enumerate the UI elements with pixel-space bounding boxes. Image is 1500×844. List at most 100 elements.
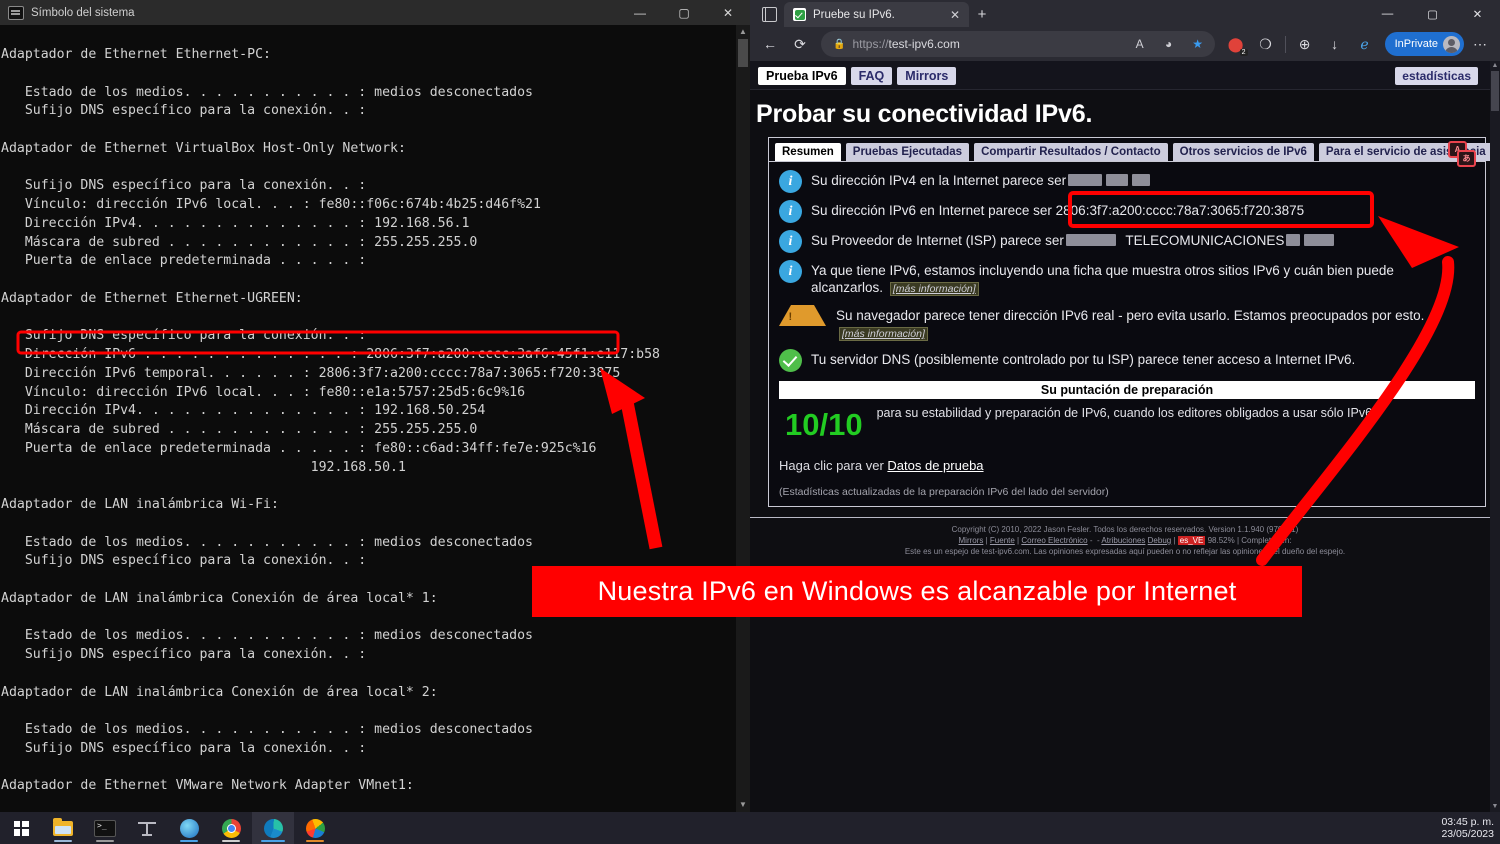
result-isp-label: Su Proveedor de Internet (ISP) parece se… bbox=[811, 233, 1064, 248]
server-stats-note: (Estadísticas actualizadas de la prepara… bbox=[779, 486, 1109, 498]
edge-browser-window[interactable]: Pruebe su IPv6. ✕ + — ▢ ✕ ← ⟳ 🔒 https://… bbox=[750, 0, 1500, 812]
footer-locale-badge[interactable]: es_VE bbox=[1177, 536, 1206, 545]
tab-actions-icon[interactable] bbox=[754, 1, 784, 27]
site-nav-mirrors[interactable]: Mirrors bbox=[897, 67, 957, 85]
score-bar-label: Su puntación de preparación bbox=[779, 381, 1475, 399]
site-navigation[interactable]: Prueba IPv6 FAQ Mirrors estadísticas bbox=[750, 61, 1500, 90]
results-card-tabs[interactable]: Resumen Pruebas Ejecutadas Compartir Res… bbox=[769, 138, 1493, 161]
score-description: para su estabilidad y preparación de IPv… bbox=[876, 406, 1373, 420]
cmd-scrollbar[interactable]: ▲ ▼ bbox=[736, 25, 750, 812]
favorite-star-icon[interactable]: ★ bbox=[1187, 33, 1209, 55]
copilot-icon[interactable]: ℯ bbox=[1351, 31, 1379, 57]
inprivate-profile-button[interactable]: InPrivate bbox=[1384, 32, 1464, 56]
result-ipv6-value: 2806:3f7:a200:cccc:78a7:3065:f720:3875 bbox=[1055, 203, 1305, 218]
more-options-icon[interactable]: ⋯ bbox=[1466, 31, 1494, 57]
result-row-ficha: i Ya que tiene IPv6, estamos incluyendo … bbox=[779, 260, 1475, 298]
footer-mirror-note: Este es un espejo de test-ipv6.com. Las … bbox=[904, 547, 1346, 556]
split-screen-icon[interactable]: ⊕ bbox=[1291, 31, 1319, 57]
app-blue-icon bbox=[179, 818, 199, 838]
footer-link-fuente[interactable]: Fuente bbox=[990, 536, 1015, 545]
page-scroll-up-arrow[interactable]: ▲ bbox=[1490, 61, 1500, 71]
tab-close-icon[interactable]: ✕ bbox=[947, 8, 963, 22]
footer-link-atribuciones[interactable]: Atribuciones bbox=[1101, 536, 1145, 545]
browser-maximize-button[interactable]: ▢ bbox=[1410, 0, 1455, 27]
result-ipv6-label: Su dirección IPv6 en Internet parece ser bbox=[811, 203, 1052, 218]
taskbar-indicator bbox=[54, 840, 72, 842]
taskbar-teams[interactable] bbox=[126, 812, 168, 844]
tab-pruebas-ejecutadas[interactable]: Pruebas Ejecutadas bbox=[845, 143, 970, 161]
teams-icon bbox=[138, 820, 156, 836]
taskbar-command-prompt[interactable] bbox=[84, 812, 126, 844]
inprivate-label: InPrivate bbox=[1394, 38, 1438, 50]
cmd-scroll-up-arrow[interactable]: ▲ bbox=[736, 25, 750, 39]
browser-essentials-icon[interactable]: ❍ bbox=[1252, 31, 1280, 57]
firefox-icon bbox=[305, 818, 325, 838]
taskbar-file-explorer[interactable] bbox=[42, 812, 84, 844]
cmd-title-bar[interactable]: Símbolo del sistema — ▢ ✕ bbox=[0, 0, 750, 25]
page-scroll-thumb[interactable] bbox=[1491, 71, 1499, 111]
refresh-icon[interactable]: ⟳ bbox=[786, 31, 814, 57]
warning-icon bbox=[779, 305, 826, 326]
browser-window-controls[interactable]: — ▢ ✕ bbox=[1365, 0, 1500, 27]
browser-tab[interactable]: Pruebe su IPv6. ✕ bbox=[784, 2, 969, 27]
footer-link-mirrors[interactable]: Mirrors bbox=[959, 536, 984, 545]
page-scroll-down-arrow[interactable]: ▼ bbox=[1490, 802, 1500, 812]
browser-tab-strip[interactable]: Pruebe su IPv6. ✕ + — ▢ ✕ bbox=[750, 0, 1500, 27]
result-row-navegador: Su navegador parece tener dirección IPv6… bbox=[779, 305, 1475, 343]
extension-badge-icon[interactable]: ⬤ 2 bbox=[1222, 31, 1250, 57]
cmd-maximize-button[interactable]: ▢ bbox=[662, 0, 706, 25]
read-aloud-icon[interactable]: A bbox=[1129, 33, 1151, 55]
translate-icon[interactable]: A あ bbox=[1448, 141, 1476, 167]
footer-tail: | Completar en: bbox=[1236, 536, 1292, 545]
site-nav-faq[interactable]: FAQ bbox=[850, 67, 893, 85]
cmd-close-button[interactable]: ✕ bbox=[706, 0, 750, 25]
footer-link-debug[interactable]: Debug bbox=[1148, 536, 1172, 545]
cmd-minimize-button[interactable]: — bbox=[618, 0, 662, 25]
taskbar-firefox[interactable] bbox=[294, 812, 336, 844]
clock-date: 23/05/2023 bbox=[1441, 828, 1494, 840]
redacted-block bbox=[1304, 234, 1335, 246]
collections-split-icon[interactable]: ◕ bbox=[1158, 33, 1180, 55]
taskbar-indicator-active bbox=[261, 840, 285, 842]
page-viewport[interactable]: Prueba IPv6 FAQ Mirrors estadísticas Pro… bbox=[750, 61, 1500, 812]
footer-link-correo[interactable]: Correo Electrónico bbox=[1021, 536, 1087, 545]
cmd-scroll-down-arrow[interactable]: ▼ bbox=[736, 798, 750, 812]
command-prompt-window[interactable]: Símbolo del sistema — ▢ ✕ Adaptador de E… bbox=[0, 0, 751, 812]
browser-minimize-button[interactable]: — bbox=[1365, 0, 1410, 27]
browser-toolbar[interactable]: ← ⟳ 🔒 https://test-ipv6.com A ◕ ★ ⬤ 2 ❍ ⊕… bbox=[750, 27, 1500, 61]
windows-taskbar[interactable]: 03:45 p. m. 23/05/2023 bbox=[0, 812, 1500, 844]
taskbar-chrome[interactable] bbox=[210, 812, 252, 844]
taskbar-app-blue[interactable] bbox=[168, 812, 210, 844]
cmd-window-controls[interactable]: — ▢ ✕ bbox=[618, 0, 750, 25]
tab-favicon-icon bbox=[793, 8, 806, 21]
clock-time: 03:45 p. m. bbox=[1441, 816, 1494, 828]
datos-de-prueba-link[interactable]: Datos de prueba bbox=[887, 458, 983, 473]
result-row-ipv6: i Su dirección IPv6 en Internet parece s… bbox=[779, 200, 1475, 223]
cmd-output-area[interactable]: Adaptador de Ethernet Ethernet-PC: Estad… bbox=[0, 25, 750, 812]
tab-compartir-resultados[interactable]: Compartir Resultados / Contacto bbox=[974, 143, 1168, 161]
info-icon: i bbox=[779, 170, 802, 193]
address-bar[interactable]: 🔒 https://test-ipv6.com A ◕ ★ bbox=[821, 31, 1215, 57]
taskbar-indicator bbox=[222, 840, 240, 842]
tab-resumen[interactable]: Resumen bbox=[775, 143, 841, 161]
cmd-scroll-thumb[interactable] bbox=[738, 39, 748, 67]
back-icon[interactable]: ← bbox=[756, 31, 784, 57]
downloads-icon[interactable]: ↓ bbox=[1321, 31, 1349, 57]
page-scrollbar[interactable]: ▲ ▼ bbox=[1490, 61, 1500, 812]
site-nav-prueba-ipv6[interactable]: Prueba IPv6 bbox=[758, 67, 846, 85]
start-button[interactable] bbox=[0, 812, 42, 844]
score-value: 10/10 bbox=[785, 407, 863, 442]
tab-otros-servicios[interactable]: Otros servicios de IPv6 bbox=[1172, 143, 1314, 161]
score-section: 10/10 para su estabilidad y preparación … bbox=[779, 403, 1475, 440]
redacted-block bbox=[1106, 174, 1129, 186]
taskbar-edge[interactable] bbox=[252, 812, 294, 844]
browser-close-button[interactable]: ✕ bbox=[1455, 0, 1500, 27]
more-info-link[interactable]: [más información] bbox=[839, 327, 928, 341]
page-footer: Copyright (C) 2010, 2022 Jason Fesler. T… bbox=[750, 517, 1500, 557]
footer-links[interactable]: Mirrors | Fuente | Correo Electrónico - … bbox=[750, 535, 1500, 546]
site-nav-estadisticas[interactable]: estadísticas bbox=[1395, 67, 1478, 85]
more-info-link[interactable]: [más información] bbox=[889, 282, 979, 296]
extension-badge-count: 2 bbox=[1239, 49, 1248, 56]
new-tab-button[interactable]: + bbox=[969, 2, 995, 27]
taskbar-clock[interactable]: 03:45 p. m. 23/05/2023 bbox=[1441, 812, 1494, 844]
